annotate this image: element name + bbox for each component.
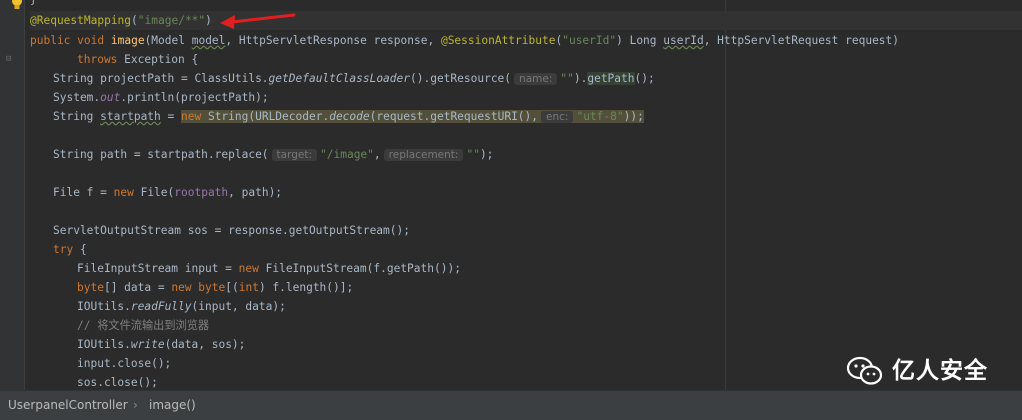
watermark-text: 亿人安全	[892, 358, 988, 384]
parameter-hint: replacement:	[383, 149, 464, 161]
code-line-input-stream: FileInputStream input = new FileInputStr…	[77, 262, 461, 275]
parameter-hint: target:	[271, 149, 318, 161]
code-line-read-fully: IOUtils.readFully(input, data);	[77, 300, 286, 313]
right-margin-guide	[725, 0, 726, 390]
code-editor[interactable]: ⊟ } @RequestMapping("image/**") public v…	[0, 0, 1022, 390]
red-arrow-icon	[220, 13, 296, 29]
parameter-hint: name:	[514, 73, 558, 85]
code-line-startpath: String startpath = new String(URLDecoder…	[53, 110, 644, 123]
breadcrumb-method[interactable]: image()	[149, 393, 196, 417]
code-line-sos-close: sos.close();	[77, 376, 158, 389]
breadcrumb-class[interactable]: UserpanelController	[8, 393, 128, 417]
code-line-println: System.out.println(projectPath);	[53, 91, 269, 104]
breadcrumb-separator: ›	[133, 398, 138, 412]
code-line: }	[30, 0, 37, 9]
watermark: 亿人安全	[846, 353, 1016, 389]
lightbulb-icon[interactable]	[10, 0, 24, 10]
code-line-write: IOUtils.write(data, sos);	[77, 338, 246, 351]
gutter-divider	[24, 0, 25, 390]
fold-marker-icon[interactable]: ⊟	[6, 55, 14, 64]
code-line-throws: throws Exception {	[77, 53, 199, 66]
code-line-path-replace: String path = startpath.replace(target: "…	[53, 148, 494, 161]
code-line-method-signature: public void image(Model model, HttpServl…	[30, 34, 900, 47]
code-line-output-stream: ServletOutputStream sos = response.getOu…	[53, 224, 410, 237]
code-line-file: File f = new File(rootpath, path);	[53, 186, 283, 199]
parameter-hint: enc:	[541, 111, 574, 123]
code-line-comment: // 将文件流输出到浏览器	[77, 319, 210, 332]
code-line-project-path: String projectPath = ClassUtils.getDefau…	[53, 72, 655, 85]
code-line-input-close: input.close();	[77, 357, 172, 370]
wechat-icon	[846, 356, 883, 385]
code-line-byte-array: byte[] data = new byte[(int) f.length()]…	[77, 281, 354, 294]
code-line-request-mapping: @RequestMapping("image/**")	[30, 11, 1022, 30]
breadcrumb: UserpanelController › image()	[0, 390, 1022, 420]
code-line-try: try {	[53, 243, 87, 256]
